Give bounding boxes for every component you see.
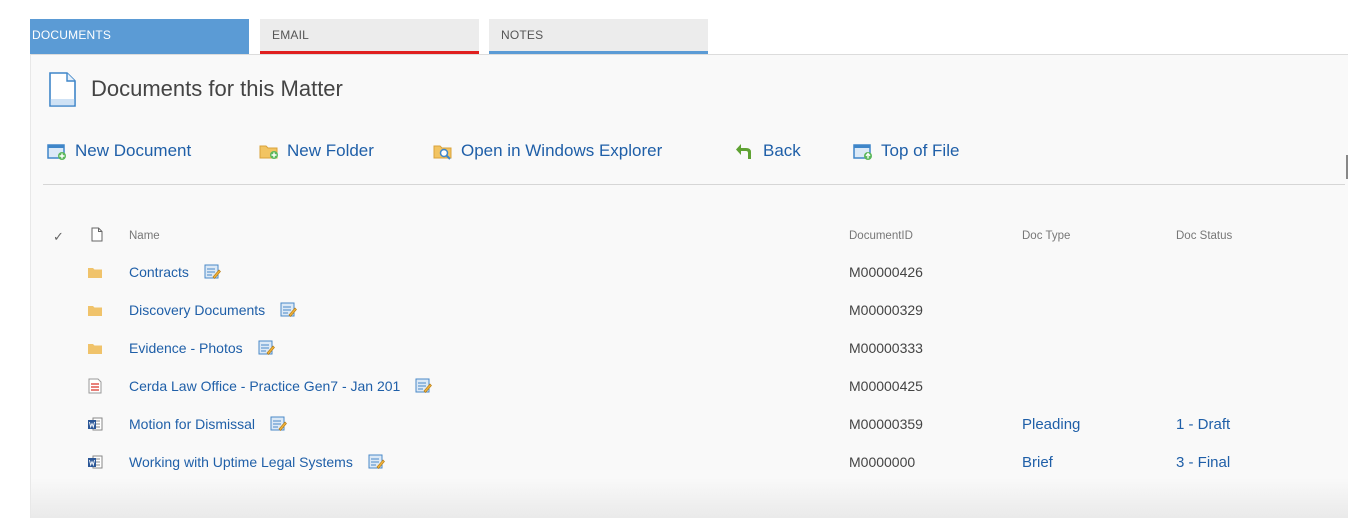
folder-icon — [88, 268, 102, 278]
row-doc-type[interactable]: Brief — [1022, 454, 1053, 471]
edit-properties-icon[interactable] — [258, 339, 275, 356]
top-of-file-label: Top of File — [881, 141, 960, 160]
row-document-id: M00000359 — [849, 416, 923, 432]
row-doc-type[interactable]: Pleading — [1022, 416, 1080, 433]
row-name: Motion for Dismissal — [129, 416, 256, 432]
back-arrow-icon — [736, 144, 751, 159]
row-name-link[interactable]: Motion for Dismissal — [129, 415, 287, 432]
row-document-id: M0000000 — [849, 454, 916, 470]
open-in-explorer-label: Open in Windows Explorer — [461, 141, 663, 160]
back-label: Back — [763, 141, 801, 160]
row-name-link[interactable]: Cerda Law Office - Practice Gen7 - Jan 2… — [129, 377, 433, 394]
documents-panel: Documents for this Matter New Document N… — [30, 54, 1348, 518]
row-name: Cerda Law Office - Practice Gen7 - Jan 2… — [129, 378, 401, 394]
column-header-name[interactable]: Name — [129, 230, 160, 242]
row-name-link[interactable]: Evidence - Photos — [129, 339, 275, 356]
edit-properties-icon[interactable] — [368, 453, 385, 470]
word-icon — [88, 417, 103, 431]
panel-shadow — [31, 478, 1348, 518]
file-type-icon — [91, 227, 103, 242]
table-row[interactable]: Evidence - Photos M00000333 — [31, 330, 1331, 368]
word-icon — [88, 455, 103, 469]
table-row[interactable]: Contracts M00000426 — [31, 254, 1331, 292]
toolbar-divider — [43, 184, 1345, 185]
row-document-id: M00000329 — [849, 302, 923, 318]
open-in-explorer-button[interactable]: Open in Windows Explorer — [433, 141, 662, 161]
edit-properties-icon[interactable] — [280, 301, 298, 318]
back-button[interactable]: Back — [735, 141, 801, 161]
row-document-id: M00000425 — [849, 378, 923, 394]
row-document-id: M00000426 — [849, 264, 923, 280]
row-name: Working with Uptime Legal Systems — [129, 454, 353, 470]
new-document-icon — [47, 144, 66, 160]
row-name-link[interactable]: Discovery Documents — [129, 301, 298, 318]
document-icon — [49, 72, 76, 107]
table-row[interactable]: Motion for Dismissal M00000359 Pleading … — [31, 406, 1331, 444]
row-doc-status[interactable]: 1 - Draft — [1176, 416, 1230, 433]
row-name-link[interactable]: Contracts — [129, 263, 221, 280]
table-row[interactable]: Cerda Law Office - Practice Gen7 - Jan 2… — [31, 368, 1331, 406]
row-name-link[interactable]: Working with Uptime Legal Systems — [129, 453, 385, 470]
explorer-icon — [433, 145, 452, 160]
column-header-doc-status[interactable]: Doc Status — [1176, 230, 1232, 242]
row-name: Evidence - Photos — [129, 340, 243, 356]
new-folder-icon — [259, 145, 278, 159]
column-header-doc-type[interactable]: Doc Type — [1022, 230, 1070, 242]
new-folder-label: New Folder — [287, 141, 374, 160]
edit-properties-icon[interactable] — [415, 377, 433, 394]
row-doc-status[interactable]: 3 - Final — [1176, 454, 1230, 471]
folder-icon — [88, 344, 102, 354]
top-of-file-button[interactable]: Top of File — [853, 141, 959, 161]
table-row[interactable]: Working with Uptime Legal Systems M00000… — [31, 444, 1331, 482]
row-document-id: M00000333 — [849, 340, 923, 356]
select-all-check[interactable]: ✓ — [53, 229, 64, 245]
tab-documents[interactable]: DOCUMENTS — [30, 19, 249, 54]
table-row[interactable]: Discovery Documents M00000329 — [31, 292, 1331, 330]
folder-icon — [88, 306, 102, 316]
new-document-button[interactable]: New Document — [47, 141, 191, 161]
new-document-label: New Document — [75, 141, 192, 160]
row-name: Discovery Documents — [129, 302, 266, 318]
row-name: Contracts — [129, 264, 189, 280]
page-title: Documents for this Matter — [91, 76, 343, 101]
tab-email[interactable]: EMAIL — [260, 19, 479, 54]
edit-properties-icon[interactable] — [270, 415, 287, 432]
pdf-icon — [88, 378, 102, 394]
top-of-file-icon — [853, 144, 872, 160]
edit-properties-icon[interactable] — [204, 263, 221, 280]
tab-notes[interactable]: NOTES — [489, 19, 708, 54]
column-header-document-id[interactable]: DocumentID — [849, 230, 913, 242]
new-folder-button[interactable]: New Folder — [259, 141, 374, 161]
